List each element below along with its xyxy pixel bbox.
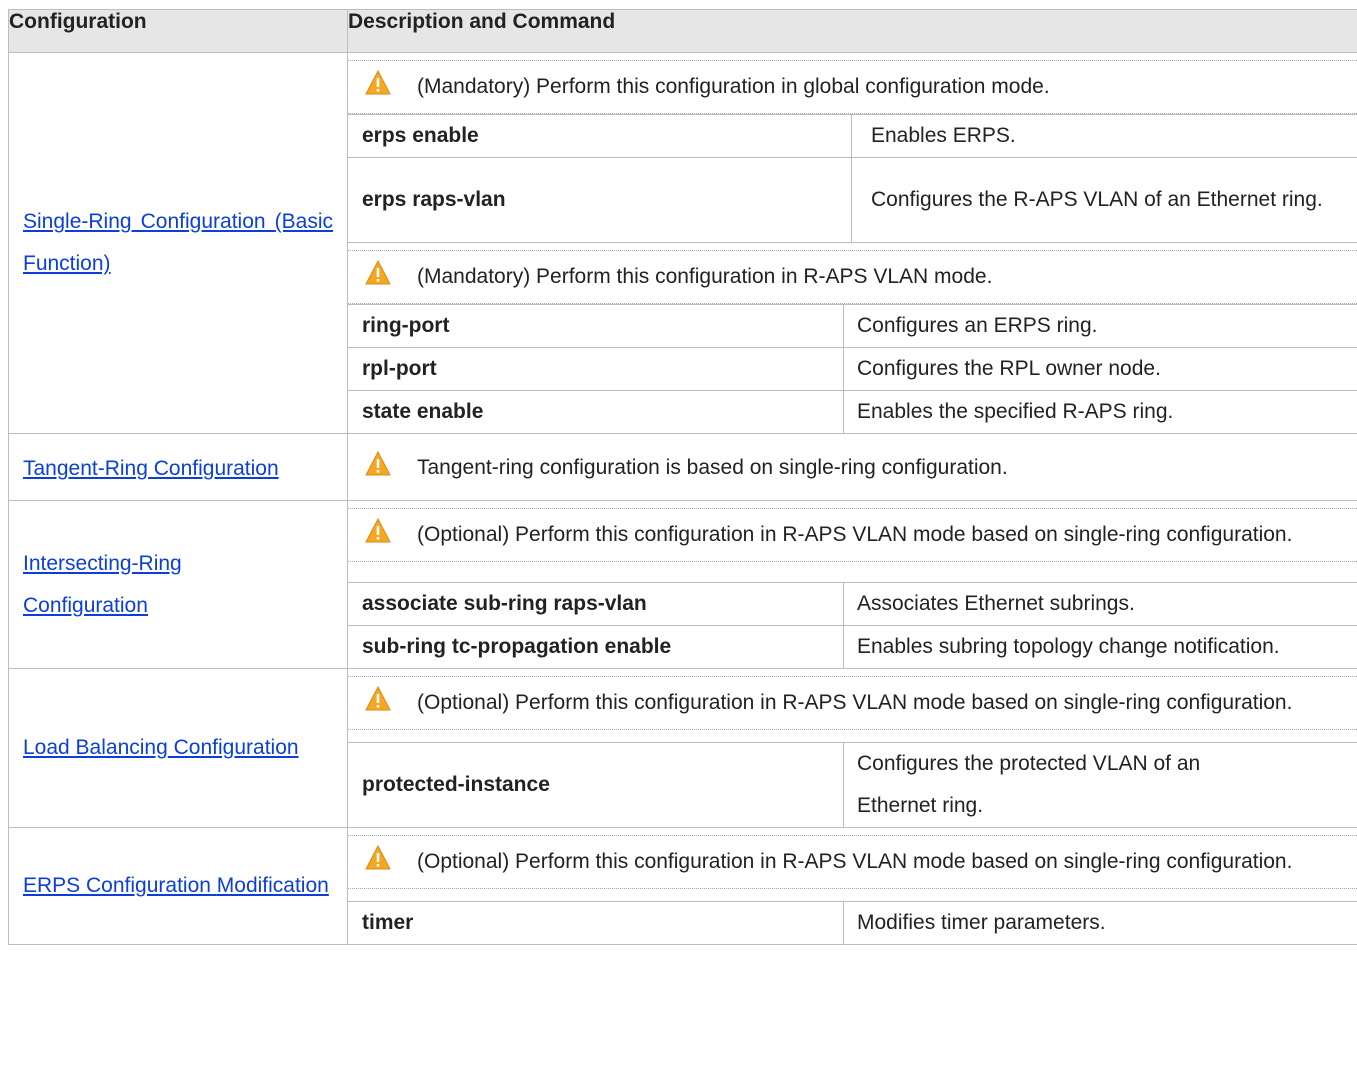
note-text: (Optional) Perform this configuration in… (417, 691, 1293, 714)
link-erps-configuration-modification[interactable]: ERPS Configuration Modification (23, 874, 329, 897)
section-load-balancing: Load Balancing Configuration (Optional) … (8, 668, 1357, 828)
warning-triangle-icon (365, 70, 391, 95)
command-name: protected-instance (348, 743, 844, 827)
command-name: erps enable (348, 115, 852, 157)
section-tangent-ring: Tangent-Ring Configuration Tangent-ring … (8, 433, 1357, 501)
header-configuration: Configuration (8, 9, 348, 53)
note-block: (Mandatory) Perform this configuration i… (348, 250, 1357, 304)
command-description: Configures an ERPS ring. (857, 314, 1098, 337)
command-description: Associates Ethernet subrings. (857, 592, 1135, 615)
section-intersecting-ring: Intersecting-Ring Configuration (Optional… (8, 500, 1357, 669)
command-name: associate sub-ring raps-vlan (348, 583, 844, 625)
command-row: protected-instance Configures the protec… (348, 742, 1357, 827)
note-block: (Optional) Perform this configuration in… (348, 835, 1357, 889)
command-name: ring-port (348, 305, 844, 347)
warning-triangle-icon (365, 260, 391, 285)
command-name: state enable (348, 391, 844, 433)
command-description: Modifies timer parameters. (857, 911, 1106, 934)
link-intersecting-ring-configuration[interactable]: Intersecting-Ring Configuration (23, 552, 182, 617)
command-name: timer (348, 902, 844, 944)
section-label-cell: Single-Ring Configuration (Basic Functio… (8, 52, 348, 434)
warning-triangle-icon (365, 845, 391, 870)
command-name: sub-ring tc-propagation enable (348, 626, 844, 668)
note-block: Tangent-ring configuration is based on s… (348, 448, 1357, 488)
command-description: Enables the specified R-APS ring. (857, 400, 1174, 423)
command-row: erps enable Enables ERPS. (348, 114, 1357, 157)
link-single-ring-configuration[interactable]: Single-Ring Configuration (Basic Functio… (23, 210, 333, 275)
section-erps-modification: ERPS Configuration Modification (Optiona… (8, 827, 1357, 945)
note-text: (Optional) Perform this configuration in… (417, 523, 1293, 546)
warning-triangle-icon (365, 686, 391, 711)
header-description-command: Description and Command (347, 9, 1357, 53)
command-row: ring-port Configures an ERPS ring. (348, 304, 1357, 347)
section-content-cell: (Mandatory) Perform this configuration i… (347, 52, 1357, 434)
command-description: Enables ERPS. (871, 124, 1016, 147)
section-single-ring: Single-Ring Configuration (Basic Functio… (8, 52, 1357, 434)
command-description: Configures the R-APS VLAN of an Ethernet… (871, 188, 1323, 211)
command-row: rpl-port Configures the RPL owner node. (348, 347, 1357, 390)
link-tangent-ring-configuration[interactable]: Tangent-Ring Configuration (23, 457, 279, 480)
config-table-page: Configuration Description and Command Si… (0, 0, 1357, 1082)
section-label-cell: Load Balancing Configuration (8, 668, 348, 828)
command-row: associate sub-ring raps-vlan Associates … (348, 582, 1357, 625)
warning-triangle-icon (365, 518, 391, 543)
command-description: Enables subring topology change notifica… (857, 635, 1280, 658)
note-text: (Mandatory) Perform this configuration i… (417, 265, 993, 288)
note-block: (Optional) Perform this configuration in… (348, 508, 1357, 562)
command-row: timer Modifies timer parameters. (348, 901, 1357, 944)
command-name: rpl-port (348, 348, 844, 390)
command-row: erps raps-vlan Configures the R-APS VLAN… (348, 157, 1357, 242)
link-load-balancing-configuration[interactable]: Load Balancing Configuration (23, 736, 299, 759)
command-name: erps raps-vlan (348, 158, 852, 242)
note-text: (Mandatory) Perform this configuration i… (417, 75, 1050, 98)
group-separator: (Mandatory) Perform this configuration i… (348, 242, 1357, 304)
configuration-table: Configuration Description and Command Si… (8, 9, 1357, 945)
section-label-cell: Tangent-Ring Configuration (8, 433, 348, 501)
section-content-cell: (Optional) Perform this configuration in… (347, 500, 1357, 669)
section-label-cell: ERPS Configuration Modification (8, 827, 348, 945)
note-text: Tangent-ring configuration is based on s… (417, 456, 1008, 479)
section-content-cell: Tangent-ring configuration is based on s… (347, 433, 1357, 501)
command-row: state enable Enables the specified R-APS… (348, 390, 1357, 433)
command-row: sub-ring tc-propagation enable Enables s… (348, 625, 1357, 668)
warning-triangle-icon (365, 451, 391, 476)
note-block: (Mandatory) Perform this configuration i… (348, 60, 1357, 114)
section-label-cell: Intersecting-Ring Configuration (8, 500, 348, 669)
note-block: (Optional) Perform this configuration in… (348, 676, 1357, 730)
command-description: Configures the protected VLAN of an Ethe… (857, 752, 1201, 817)
command-description: Configures the RPL owner node. (857, 357, 1161, 380)
section-content-cell: (Optional) Perform this configuration in… (347, 827, 1357, 945)
table-header-row: Configuration Description and Command (8, 9, 1357, 53)
note-text: (Optional) Perform this configuration in… (417, 850, 1293, 873)
section-content-cell: (Optional) Perform this configuration in… (347, 668, 1357, 828)
